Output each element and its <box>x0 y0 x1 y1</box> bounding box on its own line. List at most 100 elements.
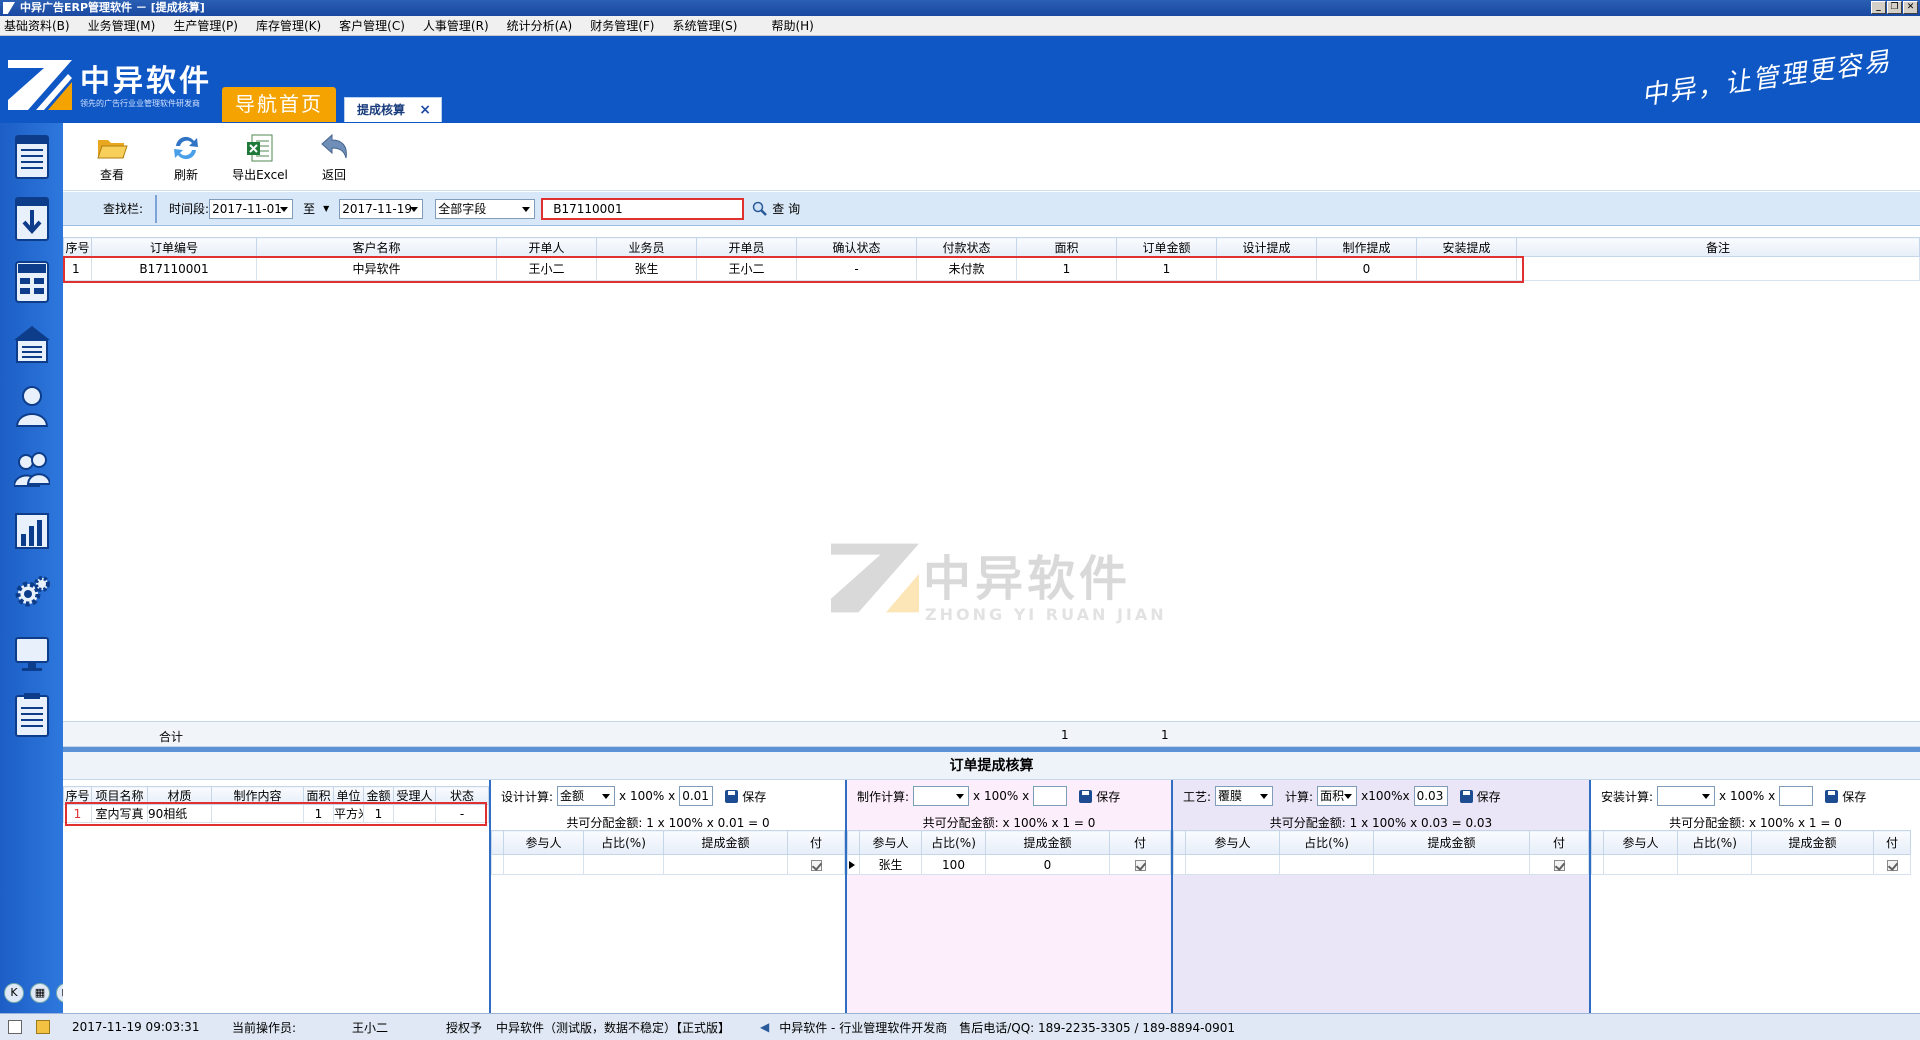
col-process-paid[interactable]: 付 <box>1529 830 1589 855</box>
table-row[interactable] <box>491 854 845 875</box>
restore-button[interactable]: ❐ <box>1887 1 1902 14</box>
col-make-paid[interactable]: 付 <box>1109 830 1171 855</box>
install-save-button[interactable]: 保存 <box>1825 788 1866 805</box>
install-rate-input[interactable] <box>1779 786 1814 806</box>
date-from-picker[interactable]: 2017-11-01 <box>209 198 294 219</box>
menu-stats[interactable]: 统计分析(A) <box>507 17 573 34</box>
install-paid-checkbox[interactable] <box>1886 859 1898 871</box>
col-make-amount[interactable]: 提成金额 <box>985 830 1110 855</box>
menu-hr[interactable]: 人事管理(R) <box>423 17 489 34</box>
make-save-label: 保存 <box>1096 789 1121 804</box>
status-window-icon[interactable] <box>8 1020 22 1034</box>
col-install-paid[interactable]: 付 <box>1873 830 1911 855</box>
col-seq[interactable]: 序号 <box>63 237 92 257</box>
sidebar-item-stats[interactable] <box>6 500 58 558</box>
field-select[interactable]: 全部字段 <box>435 198 536 219</box>
make-paid-checkbox[interactable] <box>1134 859 1146 871</box>
col-clerk[interactable]: 开单员 <box>696 237 797 257</box>
process-basis-select[interactable]: 面积 <box>1317 786 1358 806</box>
design-basis-select[interactable]: 金额 <box>557 786 616 806</box>
contact-text: 售后电话/QQ: 189-2235-3305 / 189-8894-0901 <box>959 1020 1235 1035</box>
sidebar-item-business[interactable] <box>6 190 58 248</box>
sidebar-item-records[interactable] <box>6 686 58 744</box>
tab-nav-home[interactable]: 导航首页 <box>222 87 336 122</box>
menu-system[interactable]: 系统管理(S) <box>672 17 737 34</box>
menu-customer[interactable]: 客户管理(C) <box>339 17 405 34</box>
col-make-person[interactable]: 参与人 <box>859 830 922 855</box>
sidebar-item-monitor[interactable] <box>6 624 58 682</box>
menu-production[interactable]: 生产管理(P) <box>173 17 238 34</box>
export-excel-button[interactable]: 导出Excel <box>223 123 297 191</box>
close-button[interactable]: ✕ <box>1903 1 1918 14</box>
sidebar-item-hr[interactable] <box>6 438 58 496</box>
col-install-comm[interactable]: 安装提成 <box>1416 237 1517 257</box>
col-salesman[interactable]: 业务员 <box>596 237 697 257</box>
col-design-person[interactable]: 参与人 <box>503 830 584 855</box>
col-remark[interactable]: 备注 <box>1516 237 1920 257</box>
view-button[interactable]: 查看 <box>75 123 149 191</box>
design-save-button[interactable]: 保存 <box>725 788 766 805</box>
minimize-button[interactable]: _ <box>1871 1 1886 14</box>
col-design-comm[interactable]: 设计提成 <box>1216 237 1317 257</box>
col-design-amount[interactable]: 提成金额 <box>663 830 788 855</box>
menu-help[interactable]: 帮助(H) <box>771 17 813 34</box>
table-row[interactable] <box>1173 854 1589 875</box>
order-grid-header: 序号 订单编号 客户名称 开单人 业务员 开单员 确认状态 付款状态 面积 订单… <box>63 237 1920 257</box>
col-process-ratio[interactable]: 占比(%) <box>1279 830 1374 855</box>
menu-inventory[interactable]: 库存管理(K) <box>256 17 321 34</box>
close-tab-icon[interactable]: × <box>419 98 431 122</box>
sidebar-item-system[interactable] <box>6 562 58 620</box>
process-paid-checkbox[interactable] <box>1553 859 1565 871</box>
calendar-icon[interactable]: ▦ <box>30 983 50 1003</box>
design-rate-input[interactable]: 0.01 <box>679 786 714 806</box>
to-dropdown-icon[interactable]: ▼ <box>323 204 329 213</box>
date-to-picker[interactable]: 2017-11-19 <box>339 198 424 219</box>
process-save-button[interactable]: 保存 <box>1459 788 1501 805</box>
design-paid-checkbox[interactable] <box>810 859 822 871</box>
sidebar-item-basic[interactable] <box>6 128 58 186</box>
keyword-input[interactable]: B17110001 <box>541 197 745 220</box>
col-customer[interactable]: 客户名称 <box>256 237 497 257</box>
menu-finance[interactable]: 财务管理(F) <box>590 17 654 34</box>
col-pay-status[interactable]: 付款状态 <box>916 237 1017 257</box>
collapse-icon[interactable]: K <box>4 983 24 1003</box>
install-basis-select[interactable] <box>1657 786 1716 806</box>
table-row[interactable] <box>1591 854 1911 875</box>
col-install-person[interactable]: 参与人 <box>1603 830 1678 855</box>
speaker-icon[interactable]: ◀ <box>760 1020 769 1034</box>
make-save-button[interactable]: 保存 <box>1079 788 1120 805</box>
col-creator[interactable]: 开单人 <box>496 237 597 257</box>
sidebar-item-customer[interactable] <box>6 376 58 434</box>
menu-business[interactable]: 业务管理(M) <box>88 17 156 34</box>
make-cell-person: 张生 <box>859 854 922 875</box>
sidebar-item-calculator[interactable] <box>6 252 58 310</box>
make-basis-select[interactable] <box>913 786 970 806</box>
search-button[interactable]: 查 询 <box>752 200 800 217</box>
sidebar-item-warehouse[interactable] <box>6 314 58 372</box>
back-button[interactable]: 返回 <box>297 123 371 191</box>
col-area[interactable]: 面积 <box>1016 237 1117 257</box>
col-install-ratio[interactable]: 占比(%) <box>1677 830 1752 855</box>
process-rate-input[interactable]: 0.03 <box>1413 786 1448 806</box>
col-make-comm[interactable]: 制作提成 <box>1316 237 1417 257</box>
folder-icon[interactable] <box>36 1020 50 1034</box>
col-amount[interactable]: 订单金额 <box>1116 237 1217 257</box>
make-cell-ratio: 100 <box>921 854 986 875</box>
install-calc-label: 安装计算: <box>1601 789 1654 804</box>
refresh-button[interactable]: 刷新 <box>149 123 223 191</box>
col-make-ratio[interactable]: 占比(%) <box>921 830 986 855</box>
table-row[interactable]: 张生 100 0 <box>847 854 1171 875</box>
col-order-no[interactable]: 订单编号 <box>91 237 257 257</box>
col-process-amount[interactable]: 提成金额 <box>1373 830 1530 855</box>
col-confirm-status[interactable]: 确认状态 <box>796 237 917 257</box>
tab-commission[interactable]: 提成核算 × <box>344 97 442 122</box>
col-design-ratio[interactable]: 占比(%) <box>583 830 664 855</box>
save-icon <box>1825 789 1839 803</box>
col-design-paid[interactable]: 付 <box>787 830 845 855</box>
make-rate-input[interactable] <box>1033 786 1068 806</box>
col-install-amount[interactable]: 提成金额 <box>1751 830 1874 855</box>
watermark: 中异软件 ZHONG YI RUAN JIAN <box>831 533 1211 643</box>
process-craft-select[interactable]: 覆膜 <box>1215 786 1274 806</box>
col-process-person[interactable]: 参与人 <box>1185 830 1280 855</box>
menu-basic[interactable]: 基础资料(B) <box>4 17 70 34</box>
